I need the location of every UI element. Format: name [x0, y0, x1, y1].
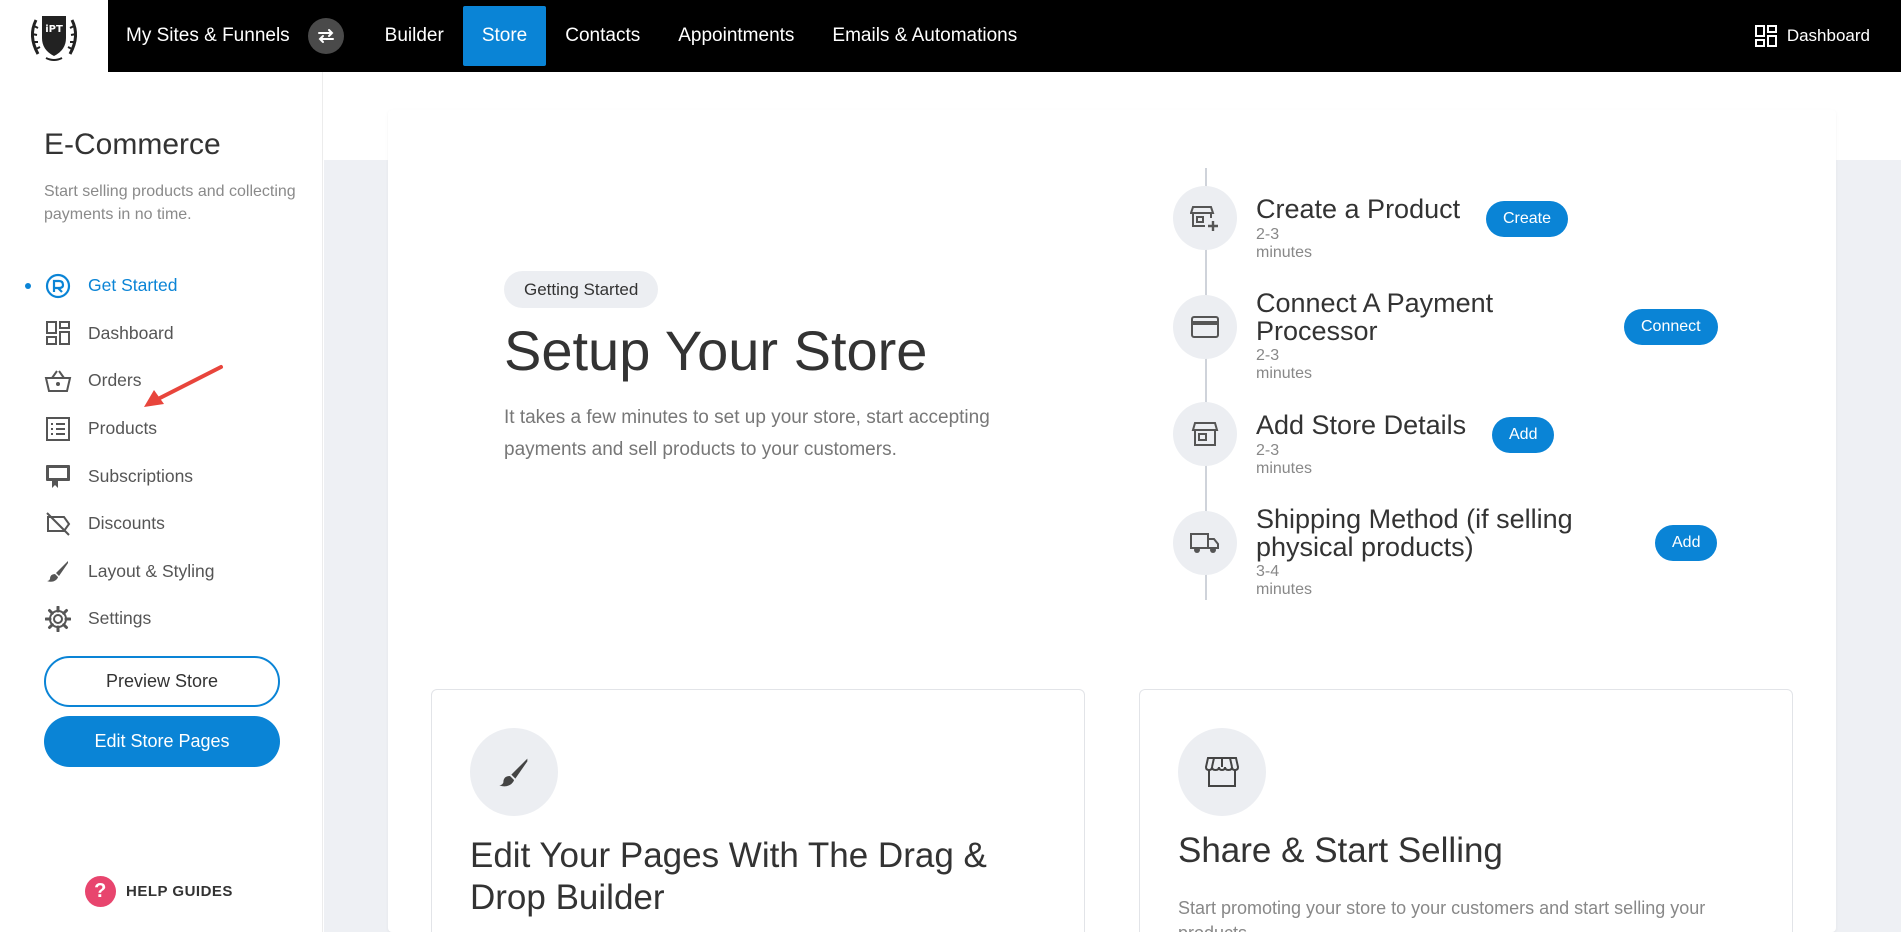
- credit-card-icon: [1173, 295, 1237, 359]
- brush-icon: [44, 557, 72, 585]
- list-icon: [44, 415, 72, 443]
- sidebar-item-settings[interactable]: Settings: [0, 595, 323, 643]
- sidebar-item-dashboard[interactable]: Dashboard: [0, 310, 323, 358]
- sidebar: E-Commerce Start selling products and co…: [0, 72, 323, 932]
- logo[interactable]: iPT: [0, 0, 108, 72]
- create-product-button[interactable]: Create: [1486, 201, 1569, 237]
- nav-appointments[interactable]: Appointments: [659, 6, 813, 66]
- share-selling-card[interactable]: Share & Start Selling Start promoting yo…: [1139, 689, 1793, 932]
- add-shipping-method-button[interactable]: Add: [1655, 525, 1718, 561]
- edit-store-pages-button[interactable]: Edit Store Pages: [44, 716, 280, 767]
- sidebar-item-label: Layout & Styling: [88, 560, 215, 581]
- card-description: Start promoting your store to your custo…: [1178, 898, 1706, 932]
- nav-emails-automations[interactable]: Emails & Automations: [813, 6, 1036, 66]
- sidebar-item-discounts[interactable]: Discounts: [0, 500, 323, 548]
- sidebar-item-layout-styling[interactable]: Layout & Styling: [0, 548, 323, 596]
- dashboard-icon: [1754, 25, 1777, 47]
- discount-icon: [44, 510, 72, 538]
- sidebar-item-subscriptions[interactable]: Subscriptions: [0, 452, 323, 500]
- ipt-logo-icon: iPT: [31, 16, 77, 61]
- nav-builder[interactable]: Builder: [366, 6, 463, 66]
- sidebar-menu: Get Started Dashboard Orders Products Su…: [0, 262, 323, 643]
- step-title: Connect A Payment Processor: [1256, 289, 1546, 345]
- step-title-text: Connect A Payment Processor: [1256, 288, 1494, 346]
- help-guides-link[interactable]: ? HELP GUIDES: [85, 876, 233, 907]
- sidebar-item-label: Products: [88, 418, 158, 439]
- sidebar-item-label: Discounts: [88, 513, 165, 534]
- connect-payment-button[interactable]: Connect: [1624, 309, 1718, 345]
- card-title: Share & Start Selling: [1178, 831, 1503, 870]
- store-icon: [1173, 402, 1237, 466]
- sidebar-item-label: Orders: [88, 370, 142, 391]
- sidebar-title: E-Commerce: [44, 128, 221, 161]
- dashboard-link[interactable]: Dashboard: [1754, 0, 1870, 72]
- swap-arrows-icon: [317, 29, 334, 43]
- getting-started-chip: Getting Started: [504, 271, 659, 308]
- question-icon: ?: [85, 876, 116, 907]
- switch-site-button[interactable]: [307, 18, 344, 54]
- add-product-icon: [1173, 186, 1237, 250]
- top-navigation: iPT My Sites & Funnels Builder Store Con…: [0, 0, 1901, 72]
- sidebar-item-get-started[interactable]: Get Started: [0, 262, 323, 310]
- dashboard-label: Dashboard: [1786, 26, 1870, 45]
- brush-icon: [470, 728, 558, 816]
- gear-icon: [44, 605, 72, 633]
- storefront-icon: [1178, 728, 1266, 816]
- page-title: Setup Your Store: [504, 319, 928, 382]
- active-indicator: [25, 283, 31, 289]
- my-sites-funnels-link[interactable]: My Sites & Funnels: [126, 18, 344, 54]
- step-duration: 2-3 minutes: [1256, 226, 1313, 261]
- my-sites-label: My Sites & Funnels: [126, 25, 290, 46]
- svg-text:iPT: iPT: [45, 24, 63, 35]
- step-duration: 2-3 minutes: [1256, 442, 1313, 477]
- preview-store-button[interactable]: Preview Store: [44, 656, 280, 707]
- sidebar-item-label: Settings: [88, 608, 152, 629]
- card-title: Edit Your Pages With The Drag & Drop Bui…: [470, 836, 987, 917]
- dashboard-icon: [44, 319, 72, 347]
- hero-description: It takes a few minutes to set up your st…: [504, 407, 990, 460]
- sidebar-item-label: Subscriptions: [88, 465, 194, 486]
- truck-icon: [1173, 511, 1237, 575]
- add-store-details-button[interactable]: Add: [1492, 417, 1555, 453]
- step-duration: 2-3 minutes: [1256, 347, 1313, 382]
- nav-contacts[interactable]: Contacts: [546, 6, 659, 66]
- step-title: Shipping Method (if selling physical pro…: [1256, 505, 1596, 561]
- step-duration: 3-4 minutes: [1256, 563, 1313, 598]
- edit-pages-card[interactable]: Edit Your Pages With The Drag & Drop Bui…: [431, 689, 1085, 932]
- annotation-arrow-icon: [144, 365, 223, 407]
- rocket-icon: [44, 272, 72, 300]
- step-title: Add Store Details: [1256, 410, 1467, 440]
- sidebar-item-label: Get Started: [88, 275, 178, 296]
- step-title-text: Shipping Method (if selling physical pro…: [1256, 504, 1573, 562]
- basket-icon: [44, 367, 72, 395]
- subscriptions-icon: [44, 462, 72, 490]
- sidebar-item-label: Dashboard: [88, 322, 174, 343]
- help-guides-label: HELP GUIDES: [126, 883, 233, 900]
- nav-store[interactable]: Store: [462, 6, 547, 66]
- step-title: Create a Product: [1256, 194, 1461, 224]
- sidebar-subtitle: Start selling products and collecting pa…: [44, 183, 296, 223]
- nav-links: Builder Store Contacts Appointments Emai…: [366, 0, 1037, 72]
